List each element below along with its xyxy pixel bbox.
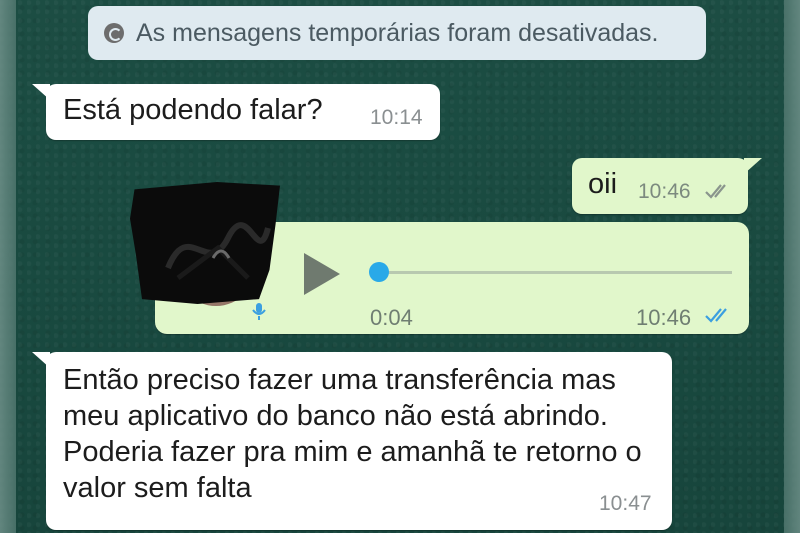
message-text: Está podendo falar? <box>63 94 323 126</box>
sender-avatar <box>130 182 280 322</box>
message-time: 10:46 <box>638 180 691 203</box>
system-notice: As mensagens temporárias foram desativad… <box>88 6 706 60</box>
chat-area: As mensagens temporárias foram desativad… <box>0 0 800 533</box>
delivered-ticks-icon <box>705 184 726 199</box>
redaction-marks <box>165 222 271 280</box>
message-text: oii <box>588 168 618 200</box>
microphone-icon <box>252 303 266 320</box>
screen-edge-right <box>784 0 800 533</box>
voice-seek-thumb[interactable] <box>369 262 389 282</box>
message-time: 10:47 <box>599 492 652 515</box>
incoming-message[interactable]: Está podendo falar? 10:14 <box>32 84 440 140</box>
timer-off-icon <box>104 23 124 43</box>
outgoing-message[interactable]: oii 10:46 <box>572 158 762 214</box>
message-time: 10:14 <box>370 106 423 129</box>
screen-edge-left <box>0 0 16 533</box>
play-icon[interactable] <box>300 251 344 297</box>
message-time: 10:46 <box>636 305 692 330</box>
read-ticks-icon <box>705 308 727 323</box>
message-text: Então preciso fazer uma transferência ma… <box>63 364 642 504</box>
system-notice-text: As mensagens temporárias foram desativad… <box>136 18 659 47</box>
voice-seek-bar[interactable] <box>380 271 732 274</box>
voice-duration: 0:04 <box>370 305 413 330</box>
incoming-message[interactable]: Então preciso fazer uma transferência ma… <box>32 352 672 530</box>
